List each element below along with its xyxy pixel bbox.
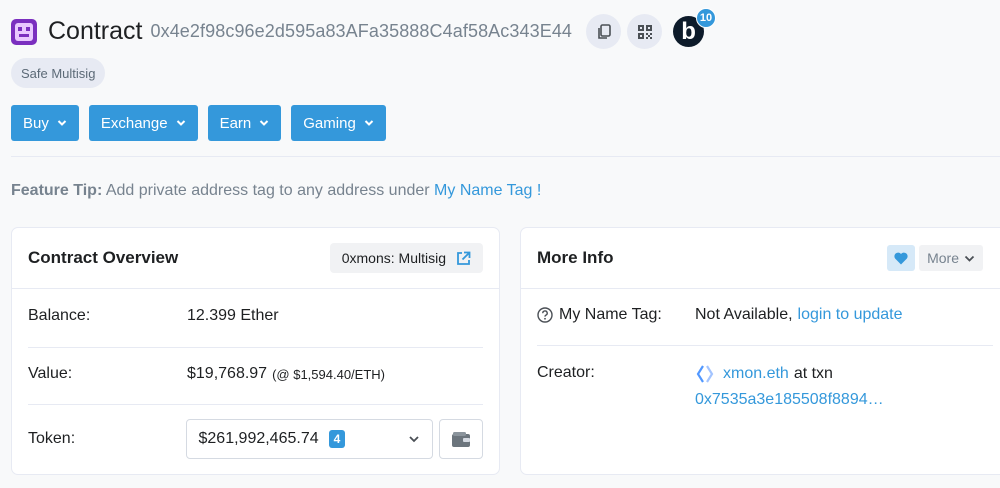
- chevron-down-icon: [964, 255, 975, 262]
- more-info-card: More Info More My Name Tag: Not Availabl…: [520, 227, 1000, 475]
- buy-button-label: Buy: [23, 114, 49, 132]
- wallet-icon: [452, 431, 471, 447]
- chevron-down-icon: [260, 120, 269, 126]
- row-divider: [537, 345, 993, 346]
- section-divider: [11, 156, 1000, 157]
- public-name-tag-label: 0xmons: Multisig: [341, 250, 446, 266]
- wallet-button[interactable]: [439, 419, 483, 459]
- gaming-button-label: Gaming: [303, 114, 356, 132]
- gaming-button[interactable]: Gaming: [291, 105, 386, 141]
- balance-value: 12.399 Ether: [187, 307, 279, 324]
- buy-button[interactable]: Buy: [11, 105, 79, 141]
- more-info-header: More Info More: [521, 228, 1000, 289]
- external-link-icon: [457, 251, 471, 265]
- earn-button[interactable]: Earn: [207, 105, 282, 141]
- more-dropdown-label: More: [927, 250, 959, 266]
- row-divider: [28, 347, 483, 348]
- feature-tip: Feature Tip: Add private address tag to …: [11, 182, 541, 200]
- safe-multisig-badge[interactable]: Safe Multisig: [11, 58, 106, 88]
- favorite-button[interactable]: [887, 245, 916, 271]
- creator-label: Creator:: [537, 364, 595, 381]
- token-row: Token: $261,992,465.74 4: [28, 419, 483, 459]
- value-amount: $19,768.97: [187, 365, 268, 382]
- value-row: Value: $19,768.97 (@ $1,594.40/ETH): [28, 365, 483, 383]
- token-count-badge: 4: [328, 430, 346, 448]
- name-tag-value: Not Available,: [695, 306, 793, 323]
- more-info-title: More Info: [537, 248, 614, 267]
- contract-avatar-icon: [11, 18, 37, 45]
- contract-address[interactable]: 0x4e2f98c96e2d595a83AFa35888C4af58Ac343E…: [150, 21, 572, 42]
- earn-button-label: Earn: [219, 114, 252, 132]
- name-tag-row: My Name Tag: Not Available, login to upd…: [537, 306, 993, 324]
- page-title: Contract: [48, 17, 143, 45]
- action-button-row: Buy Exchange Earn Gaming: [11, 105, 396, 141]
- public-name-tag-button[interactable]: 0xmons: Multisig: [329, 243, 483, 273]
- contract-overview-title: Contract Overview: [28, 248, 179, 267]
- ens-icon: [696, 365, 714, 383]
- row-divider: [28, 404, 483, 405]
- creator-txn-link[interactable]: 0x7535a3e185508f8894…: [695, 391, 884, 409]
- chevron-down-icon: [57, 120, 67, 126]
- blockscan-chat-button[interactable]: b 10: [673, 8, 717, 47]
- my-name-tag-link[interactable]: My Name Tag !: [434, 182, 541, 199]
- token-label: Token:: [28, 430, 76, 447]
- copy-address-button[interactable]: [586, 14, 622, 49]
- creator-name-line: xmon.eth at txn: [695, 364, 884, 384]
- value-rate: (@ $1,594.40/ETH): [272, 366, 385, 382]
- name-tag-label-wrap: My Name Tag:: [537, 306, 695, 324]
- chevron-down-icon: [409, 436, 420, 443]
- blockscan-letter: b: [681, 17, 696, 45]
- contract-overview-header: Contract Overview 0xmons: Multisig: [12, 228, 499, 289]
- more-dropdown-button[interactable]: More: [919, 245, 983, 271]
- copy-icon: [597, 23, 611, 39]
- token-holdings-dropdown[interactable]: $261,992,465.74 4: [185, 419, 434, 459]
- question-circle-icon[interactable]: [537, 307, 553, 323]
- creator-row: Creator: xmon.eth at txn 0x7535a3e185508…: [537, 364, 993, 409]
- login-to-update-link[interactable]: login to update: [798, 306, 903, 324]
- contract-overview-card: Contract Overview 0xmons: Multisig Balan…: [11, 227, 500, 475]
- more-info-controls: More: [887, 245, 983, 271]
- value-label: Value:: [28, 365, 73, 382]
- feature-tip-label: Feature Tip:: [11, 182, 103, 199]
- exchange-button-label: Exchange: [100, 114, 168, 132]
- creator-value: xmon.eth at txn 0x7535a3e185508f8894…: [695, 364, 884, 409]
- heart-icon: [894, 252, 908, 264]
- token-total-value: $261,992,465.74: [198, 430, 319, 447]
- creator-at-txn: at txn: [793, 365, 833, 382]
- exchange-button[interactable]: Exchange: [88, 105, 198, 141]
- creator-ens-link[interactable]: xmon.eth: [723, 365, 789, 383]
- chevron-down-icon: [364, 120, 374, 126]
- chevron-down-icon: [176, 120, 185, 126]
- balance-label: Balance:: [28, 307, 91, 324]
- page-header: Contract 0x4e2f98c96e2d595a83AFa35888C4a…: [11, 8, 717, 49]
- feature-tip-text: Add private address tag to any address u…: [102, 182, 435, 199]
- name-tag-label: My Name Tag:: [559, 306, 662, 323]
- qr-code-icon: [637, 24, 652, 39]
- balance-row: Balance: 12.399 Ether: [28, 307, 483, 325]
- blockscan-count-badge: 10: [696, 8, 717, 28]
- qr-code-button[interactable]: [627, 14, 663, 49]
